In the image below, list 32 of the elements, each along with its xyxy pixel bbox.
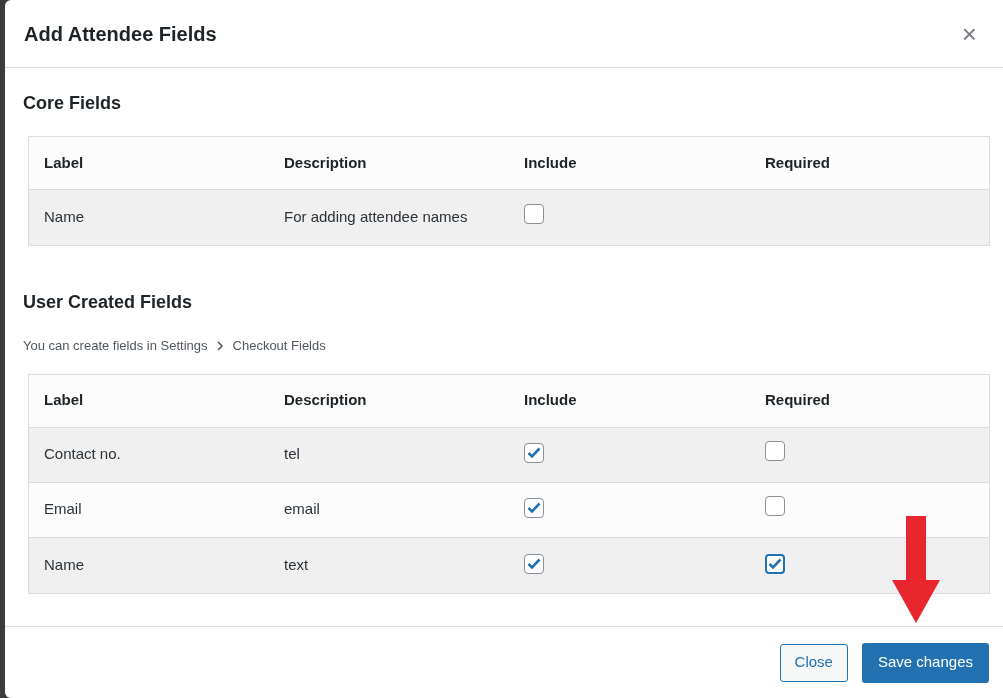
- column-header: Include: [524, 152, 578, 173]
- column-header: Required: [765, 152, 831, 173]
- chevron-icon: [216, 340, 224, 351]
- description-cell-text: text: [284, 554, 310, 575]
- description-cell-text: email: [284, 499, 321, 520]
- checkbox[interactable]: [524, 553, 544, 574]
- checkbox[interactable]: [524, 443, 544, 464]
- hint-text: You can create fields in Settings: [23, 337, 208, 355]
- label-cell-text: Contact no.: [44, 444, 122, 465]
- checkbox[interactable]: [765, 496, 785, 517]
- checkbox[interactable]: [765, 553, 785, 574]
- checkbox[interactable]: [524, 498, 544, 519]
- label-cell-text: Name: [44, 207, 85, 228]
- checkout-fields-link[interactable]: Checkout Fields: [232, 336, 326, 356]
- save-button[interactable]: Save changes: [861, 642, 989, 683]
- core-fields-heading: Core Fields: [23, 92, 123, 115]
- checkbox[interactable]: [524, 204, 544, 225]
- close-button[interactable]: Close: [779, 643, 848, 682]
- label-cell-text: Email: [44, 499, 83, 520]
- checkbox[interactable]: [765, 441, 785, 462]
- dialog-title: Add Attendee Fields: [24, 21, 217, 47]
- column-header: Required: [765, 390, 831, 411]
- arrow-icon: [892, 516, 940, 624]
- column-header: Label: [44, 390, 85, 411]
- description-cell-text: For adding attendee names: [284, 207, 469, 228]
- label-cell-text: Name: [44, 554, 85, 575]
- column-header: Label: [44, 152, 85, 173]
- user-fields-heading: User Created Fields: [23, 291, 194, 314]
- column-header: Description: [284, 152, 368, 173]
- column-header: Description: [284, 390, 368, 411]
- column-header: Include: [524, 390, 578, 411]
- description-cell-text: tel: [284, 444, 301, 465]
